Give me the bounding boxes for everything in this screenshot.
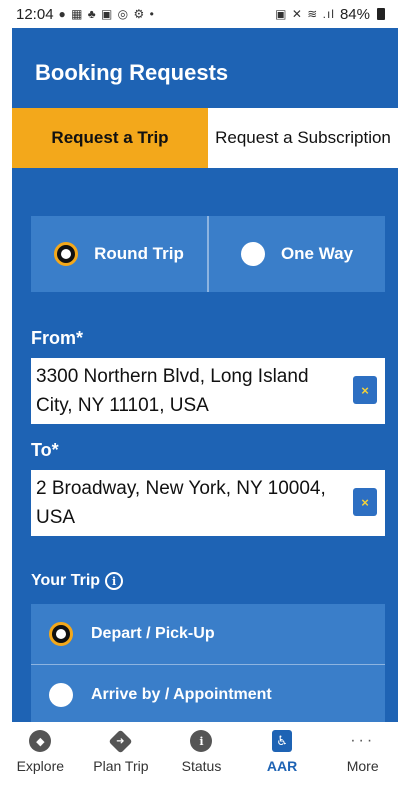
signal-icons: ▣ ✕ ≋ .ıl [275,7,335,21]
trip-type-selector: Round Trip One Way [31,216,385,292]
depart-pickup-label: Depart / Pick-Up [91,625,215,642]
nav-more[interactable]: ··· More [322,722,403,786]
booking-tabs: Request a Trip Request a Subscription [12,108,398,168]
from-address-value: 3300 Northern Blvd, Long Island City, NY… [36,366,309,416]
to-address-field[interactable]: 2 Broadway, New York, NY 10004, USA × [31,470,385,536]
tab-request-subscription[interactable]: Request a Subscription [208,108,398,168]
nav-aar[interactable]: ♿ AAR [242,722,323,786]
from-label: From* [31,328,84,348]
status-bar: 12:04 ● ▦ ♣ ▣ ◎ ⚙ • ▣ ✕ ≋ .ıl 84% [0,0,403,28]
depart-pickup-option[interactable]: Depart / Pick-Up [31,604,385,664]
radio-selected-icon [49,622,73,646]
status-right: ▣ ✕ ≋ .ıl 84% [275,6,385,23]
battery-percent: 84% [339,5,370,23]
directions-icon: ➜ [108,728,133,754]
notification-icons: ● ▦ ♣ ▣ ◎ ⚙ • [58,7,155,21]
clear-to-button[interactable]: × [353,488,377,516]
info-icon[interactable]: i [105,572,124,590]
clear-from-button[interactable]: × [353,376,377,404]
nav-plan-trip-label: Plan Trip [93,758,149,774]
page-title: Booking Requests [35,60,229,85]
tab-request-trip[interactable]: Request a Trip [12,108,208,168]
status-time: 12:04 [16,5,54,23]
nav-more-label: More [346,758,379,774]
wheelchair-icon: ♿ [271,730,293,752]
nav-status-label: Status [181,758,222,774]
your-trip-label: Your Trip [31,572,101,589]
arrive-appointment-option[interactable]: Arrive by / Appointment [31,665,385,722]
more-dots-icon: ··· [350,732,376,749]
from-address-field[interactable]: 3300 Northern Blvd, Long Island City, NY… [31,358,385,424]
compass-icon: ◆ [29,730,52,752]
booking-screen: Booking Requests Request a Trip Request … [12,28,398,722]
round-trip-label: Round Trip [94,244,184,263]
battery-icon [377,8,385,20]
arrive-appointment-label: Arrive by / Appointment [91,686,272,703]
info-icon: i [190,730,213,752]
nav-plan-trip[interactable]: ➜ Plan Trip [81,722,162,786]
radio-selected-icon [54,242,79,266]
one-way-label: One Way [280,244,354,263]
close-icon: × [361,494,369,510]
one-way-option[interactable]: One Way [209,216,385,292]
nav-status[interactable]: i Status [161,722,242,786]
your-trip-heading: Your Trip i [31,572,124,590]
status-left: 12:04 ● ▦ ♣ ▣ ◎ ⚙ • [16,6,155,23]
radio-unselected-icon [240,242,265,266]
nav-explore[interactable]: ◆ Explore [0,722,81,786]
radio-unselected-icon [49,683,73,707]
nav-explore-label: Explore [16,758,65,774]
round-trip-option[interactable]: Round Trip [31,216,207,292]
nav-aar-label: AAR [266,758,298,774]
to-label: To* [31,440,59,460]
bottom-navigation: ◆ Explore ➜ Plan Trip i Status ♿ AAR ···… [0,722,403,786]
close-icon: × [361,382,369,398]
trip-timing-selector: Depart / Pick-Up Arrive by / Appointment [31,604,385,722]
to-address-value: 2 Broadway, New York, NY 10004, USA [36,478,326,528]
